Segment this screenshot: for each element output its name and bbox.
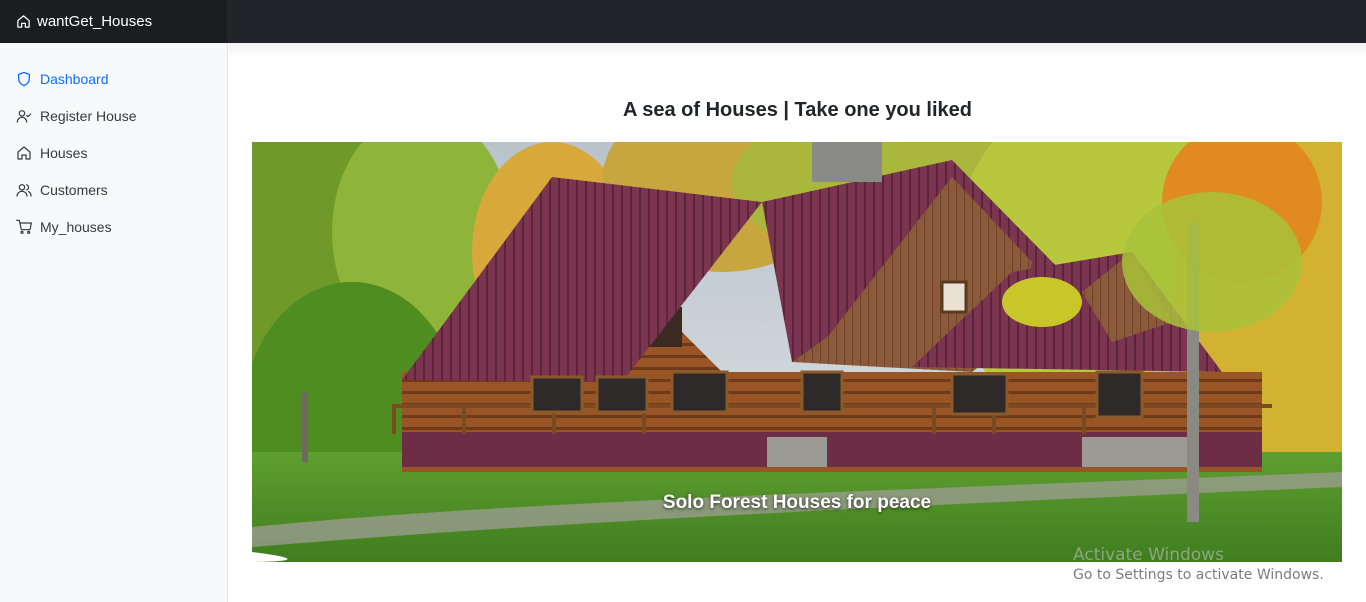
shield-icon [18,71,30,86]
sidebar-item-label: Dashboard [40,70,109,87]
users-icon [16,183,32,197]
sidebar-item-houses[interactable]: Houses [0,134,227,171]
sidebar-item-my-houses[interactable]: My_houses [0,208,227,245]
brand-name: wantGet_Houses [37,13,153,30]
windows-activation-watermark: Activate Windows Go to Settings to activ… [1073,545,1324,583]
page-title: A sea of Houses | Take one you liked [622,99,973,121]
sidebar-item-label: Register House [40,107,137,124]
home-icon [17,145,31,160]
main-content: A sea of Houses | Take one you liked Sol… [229,43,1366,602]
cart-icon [16,219,32,234]
watermark-subtitle: Go to Settings to activate Windows. [1073,567,1324,583]
sidebar-item-customers[interactable]: Customers [0,171,227,208]
sidebar-item-label: Houses [40,144,88,161]
sidebar-item-register-house[interactable]: Register House [0,97,227,134]
hero-carousel-slide: Solo Forest Houses for peace [252,142,1342,562]
watermark-title: Activate Windows [1073,545,1224,565]
sidebar-item-label: My_houses [40,218,112,235]
sidebar: Dashboard Register House Houses Customer… [0,43,228,602]
user-check-icon [16,109,32,123]
home-icon [17,15,30,28]
brand-link[interactable]: wantGet_Houses [0,0,228,43]
carousel-caption: Solo Forest Houses for peace [662,492,932,513]
header-shadow [229,43,1366,57]
sidebar-item-label: Customers [40,181,108,198]
sidebar-item-dashboard[interactable]: Dashboard [0,60,227,97]
